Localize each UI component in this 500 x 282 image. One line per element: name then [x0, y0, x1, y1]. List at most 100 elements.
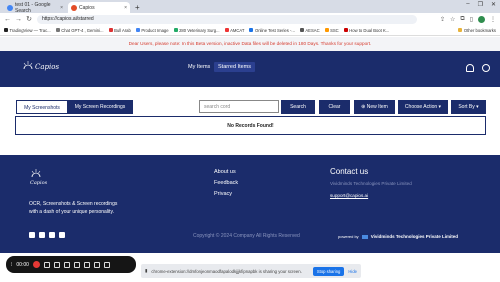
new-item-button[interactable]: ⊕ New Item [354, 100, 395, 114]
share-icon[interactable]: ⇪ [440, 16, 445, 23]
url-field[interactable]: https://capios.ai/starred [37, 14, 417, 24]
bookmark-item[interactable]: Online Test Series -... [249, 28, 295, 33]
bookmark-item[interactable]: How to Dual Boot K... [343, 28, 389, 33]
chevron-down-icon: ▾ [437, 104, 442, 110]
footer-link-about[interactable]: About us [214, 169, 238, 175]
tab-my-screen-recordings[interactable]: My Screen Recordings [67, 100, 133, 114]
copyright: Copyright © 2024 Company All Rights Rese… [193, 233, 300, 239]
bookmark-item[interactable]: SSC [324, 28, 339, 33]
support-email[interactable]: support@capios.ai [330, 193, 412, 198]
bookmark-item[interactable]: 280 Veterinary Surg... [173, 28, 220, 33]
x-icon[interactable] [39, 232, 45, 238]
tab-my-screenshots[interactable]: My Screenshots [16, 100, 68, 114]
chevron-down-icon: ▾ [474, 104, 479, 110]
bookmark-item[interactable]: AMCAT [224, 28, 244, 33]
tagline-line-1: OCR, Screenshots & Screen recordings [29, 201, 118, 207]
share-indicator-icon: ▮ [145, 268, 148, 273]
share-message: chrome-extension://dmfonjeonmaodfapalodk… [151, 268, 302, 274]
user-icon[interactable] [482, 64, 490, 72]
instagram-icon[interactable] [49, 232, 55, 238]
bookmark-item[interactable]: Product Image [135, 28, 169, 33]
main-content: My Screenshots My Screen Recordings sear… [0, 87, 500, 155]
pause-icon[interactable] [43, 261, 50, 268]
star-icon[interactable]: ☆ [450, 16, 455, 23]
browser-tab[interactable]: test 01 - Google Search × [4, 1, 66, 14]
clear-drawing-icon[interactable] [93, 261, 100, 268]
window-controls: – ❐ ✕ [466, 1, 496, 8]
google-favicon-icon [7, 4, 13, 11]
drag-handle-icon[interactable]: ⁞ [11, 262, 12, 268]
footer-logo-text: Capios [30, 180, 48, 186]
other-bookmarks[interactable]: Other bookmarks [458, 28, 496, 33]
recording-timer: 00:00 [16, 261, 29, 268]
recorder-toolbar: ⁞ 00:00 [6, 256, 136, 273]
back-icon[interactable]: ← [4, 16, 11, 23]
sort-by-label: Sort By [458, 104, 475, 110]
close-tab-icon[interactable]: × [60, 5, 63, 11]
footer-link-privacy[interactable]: Privacy [214, 191, 238, 197]
reload-icon[interactable]: ↻ [26, 15, 32, 23]
screen-share-banner: ▮ chrome-extension://dmfonjeonmaodfapalo… [141, 264, 361, 278]
browser-tab-active[interactable]: Capios × [68, 2, 130, 13]
vividminds-logo-icon [361, 234, 368, 239]
logo-sun-icon [31, 169, 41, 178]
close-window-icon[interactable]: ✕ [491, 1, 496, 8]
search-input[interactable]: search cord [199, 100, 279, 113]
choose-action-dropdown[interactable]: Choose Action ▾ [398, 100, 448, 114]
beta-notice: Dear Users, please note: In this Beta ve… [0, 37, 500, 51]
empty-state: No Records Found! [15, 116, 486, 135]
logo-text: Capios [35, 63, 60, 71]
profile-avatar[interactable] [478, 15, 485, 23]
menu-icon[interactable]: ⋮ [490, 16, 496, 23]
powered-by: powered by Vividminds Technologies Priva… [338, 234, 458, 239]
footer: Capios OCR, Screenshots & Screen recordi… [0, 155, 500, 253]
extensions-icon[interactable]: ⧉ [460, 16, 464, 23]
linkedin-icon[interactable] [59, 232, 65, 238]
bookmark-item[interactable]: Bull Arab [108, 28, 131, 33]
more-options-icon[interactable] [103, 261, 110, 268]
address-bar: ← → ↻ https://capios.ai/starred ⇪ ☆ ⧉ ▯ … [0, 13, 500, 25]
choose-action-label: Choose Action [404, 104, 438, 110]
nav-starred-items[interactable]: Starred Items [214, 62, 256, 72]
tab-label: Capios [79, 4, 95, 11]
close-tab-icon[interactable]: × [124, 5, 127, 11]
bookmark-item[interactable]: AESAC [299, 28, 320, 33]
hide-button[interactable]: Hide [348, 269, 357, 274]
camera-icon[interactable] [53, 261, 60, 268]
eraser-icon[interactable] [83, 261, 90, 268]
stop-sharing-button[interactable]: Stop sharing [312, 266, 345, 276]
tagline-line-2: with a dash of your unique personality. [29, 209, 114, 215]
facebook-icon[interactable] [29, 232, 35, 238]
capios-logo[interactable]: Capios [22, 60, 62, 80]
contact-title: Contact us [330, 167, 369, 176]
nav-my-items[interactable]: My Items [188, 64, 210, 70]
social-links [29, 232, 65, 238]
record-icon[interactable] [32, 261, 40, 268]
maximize-icon[interactable]: ❐ [478, 1, 483, 8]
bell-icon[interactable] [466, 64, 474, 72]
forward-icon[interactable]: → [15, 16, 22, 23]
browser-tab-strip: test 01 - Google Search × Capios × + – ❐ ✕ [0, 0, 500, 14]
new-item-label: New Item [366, 104, 388, 110]
tab-label: test 01 - Google Search [15, 1, 51, 14]
footer-logo: Capios [30, 168, 70, 190]
bookmarks-bar: TradingView — Trac... Chat GPT-4 , Gemin… [0, 25, 500, 36]
powered-label: powered by [338, 234, 359, 239]
sidebar-icon[interactable]: ▯ [470, 16, 473, 23]
url-text: https://capios.ai/starred [42, 16, 94, 22]
logo-sun-icon [23, 61, 33, 70]
minimize-icon[interactable]: – [466, 1, 469, 8]
bookmark-item[interactable]: TradingView — Trac... [4, 28, 51, 33]
search-button[interactable]: Search [281, 100, 315, 114]
powered-company[interactable]: Vividminds Technologies Private Limited [371, 234, 458, 239]
footer-link-feedback[interactable]: Feedback [214, 180, 238, 186]
pen-icon[interactable] [73, 261, 80, 268]
capios-favicon-icon [71, 4, 77, 11]
mic-icon[interactable] [63, 261, 70, 268]
bookmark-item[interactable]: Chat GPT-4 , Gemini... [55, 28, 104, 33]
app-header: Capios My Items Starred Items [0, 51, 500, 87]
new-tab-icon[interactable]: + [135, 2, 140, 13]
sort-by-dropdown[interactable]: Sort By ▾ [451, 100, 486, 114]
clear-button[interactable]: Clear [319, 100, 350, 114]
company-name: Vividminds Technologies Private Limited [330, 181, 412, 186]
